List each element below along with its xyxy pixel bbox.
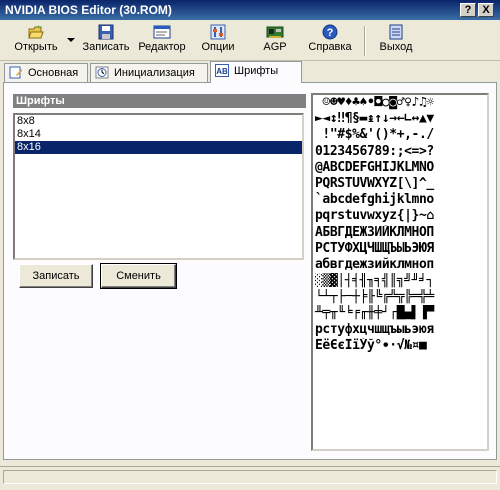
- help-button[interactable]: ? Справка: [305, 24, 355, 58]
- glyph-row: ╨╤╥╙╘╒╓╫╪┘┌█▄▌▐▀: [315, 305, 434, 321]
- chevron-down-icon: [67, 38, 75, 42]
- exit-door-icon: [389, 24, 403, 40]
- help-question-icon: ?: [322, 24, 338, 40]
- list-item-selected[interactable]: 8x16: [15, 141, 302, 154]
- toolbar: Открыть Записать Редактор Опции AGP ? Сп…: [0, 22, 500, 61]
- glyph-row: РСТУФХЦЧШЩЪЫЬЭЮЯ: [315, 240, 434, 256]
- font-glyph-preview: ☺☻♥♦♣♠•◘○◙♂♀♪♫☼ ►◄↕‼¶§▬↨↑↓→←∟↔▲▼ !"#$%&'…: [311, 93, 489, 451]
- open-dropdown-arrow[interactable]: [66, 24, 76, 58]
- clock-icon: [95, 66, 109, 79]
- tab-fonts-label: Шрифты: [234, 65, 279, 77]
- glyph-row: !"#$%&'()*+,-./: [315, 127, 434, 143]
- agp-card-icon: [266, 26, 284, 38]
- open-button[interactable]: Открыть: [8, 24, 64, 58]
- options-button[interactable]: Опции: [196, 24, 240, 58]
- change-font-button[interactable]: Сменить: [100, 263, 177, 289]
- svg-text:AB: AB: [216, 67, 228, 76]
- exit-button[interactable]: Выход: [372, 24, 420, 58]
- tab-main[interactable]: Основная: [4, 63, 88, 82]
- glyph-row: ░▒▓│┤╡╢╖╕╣║╗╝╜╛┐: [315, 273, 434, 289]
- help-label: Справка: [308, 41, 352, 53]
- status-bar: [0, 466, 500, 487]
- floppy-disk-icon: [98, 24, 114, 40]
- glyph-row: pqrstuvwxyz{|}~⌂: [315, 208, 434, 224]
- glyph-row: 0123456789:;<=>?: [315, 143, 434, 159]
- help-title-button[interactable]: ?: [460, 3, 476, 17]
- tab-strip: Основная Инициализация AB Шрифты: [0, 61, 500, 83]
- editor-label: Редактор: [138, 41, 186, 53]
- glyph-row: абвгдежзийклмноп: [315, 256, 434, 272]
- status-pane: [3, 470, 497, 484]
- glyph-row: @ABCDEFGHIJKLMNO: [315, 159, 434, 175]
- list-item[interactable]: 8x14: [15, 128, 302, 141]
- options-settings-icon: [210, 24, 226, 40]
- glyph-row: PQRSTUVWXYZ[\]^_: [315, 175, 434, 191]
- tab-main-label: Основная: [28, 67, 79, 79]
- fonts-section-header: Шрифты: [13, 94, 306, 108]
- glyph-row: ►◄↕‼¶§▬↨↑↓→←∟↔▲▼: [315, 111, 434, 127]
- fonts-panel: Шрифты 8x8 8x14 8x16 Записать Сменить ☺☻…: [3, 82, 497, 460]
- save-label: Записать: [82, 41, 130, 53]
- save-button[interactable]: Записать: [80, 24, 132, 58]
- tab-initialization-label: Инициализация: [114, 67, 195, 79]
- window-title: NVIDIA BIOS Editor (30.ROM): [5, 3, 172, 17]
- title-bar: NVIDIA BIOS Editor (30.ROM) ? X: [0, 0, 500, 20]
- main-tab-icon: [9, 66, 22, 79]
- font-ab-icon: AB: [215, 64, 229, 77]
- close-button[interactable]: X: [478, 3, 494, 17]
- open-folder-icon: [28, 25, 44, 39]
- tab-initialization[interactable]: Инициализация: [90, 63, 208, 82]
- editor-button[interactable]: Редактор: [134, 24, 190, 58]
- glyph-row: `abcdefghijklmno: [315, 192, 434, 208]
- open-label: Открыть: [14, 41, 58, 53]
- svg-text:?: ?: [327, 27, 334, 39]
- font-size-list[interactable]: 8x8 8x14 8x16: [13, 113, 304, 260]
- tab-fonts[interactable]: AB Шрифты: [210, 61, 302, 83]
- editor-window-icon: [153, 25, 171, 39]
- toolbar-separator: [364, 26, 366, 56]
- options-label: Опции: [201, 41, 235, 53]
- save-font-button[interactable]: Записать: [19, 264, 93, 288]
- glyph-row: рстуфхцчшщъыьэюя: [315, 321, 434, 337]
- exit-label: Выход: [379, 41, 413, 53]
- glyph-row: АБВГДЕЖЗИЙКЛМНОП: [315, 224, 434, 240]
- glyph-row: ☺☻♥♦♣♠•◘○◙♂♀♪♫☼: [315, 95, 434, 110]
- glyph-row: └┴┬├─┼╞╟╚╔╩╦╠═╬╧: [315, 289, 434, 305]
- list-item[interactable]: 8x8: [15, 115, 302, 128]
- glyph-row: ЁёЄєЇїЎў°∙·√№¤■: [315, 337, 434, 353]
- agp-label: AGP: [263, 41, 287, 53]
- agp-button[interactable]: AGP: [255, 24, 295, 58]
